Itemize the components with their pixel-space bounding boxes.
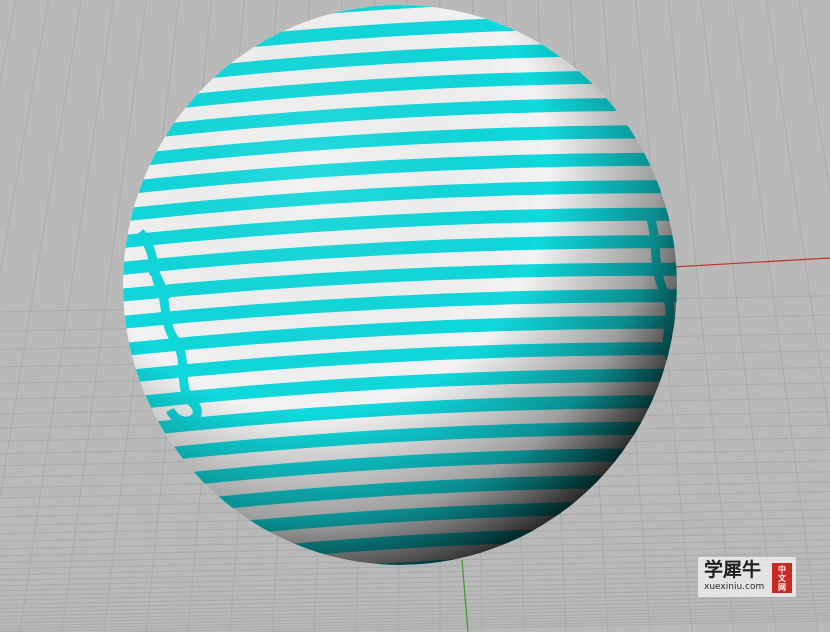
sphere-shading — [123, 5, 677, 565]
watermark-url: xuexiniu.com — [704, 582, 765, 592]
watermark-brand: 学犀牛 — [704, 559, 762, 581]
perspective-viewport[interactable]: 学犀牛 xuexiniu.com 中 文 网 — [0, 0, 830, 632]
seal-char: 文 — [778, 573, 786, 583]
watermark-seal: 中 文 网 — [772, 563, 792, 593]
viewport-canvas[interactable] — [0, 0, 830, 632]
x-axis-line — [654, 257, 830, 269]
seal-char: 中 — [778, 564, 786, 574]
seal-char: 网 — [778, 582, 786, 592]
site-watermark: 学犀牛 xuexiniu.com 中 文 网 — [698, 557, 796, 597]
